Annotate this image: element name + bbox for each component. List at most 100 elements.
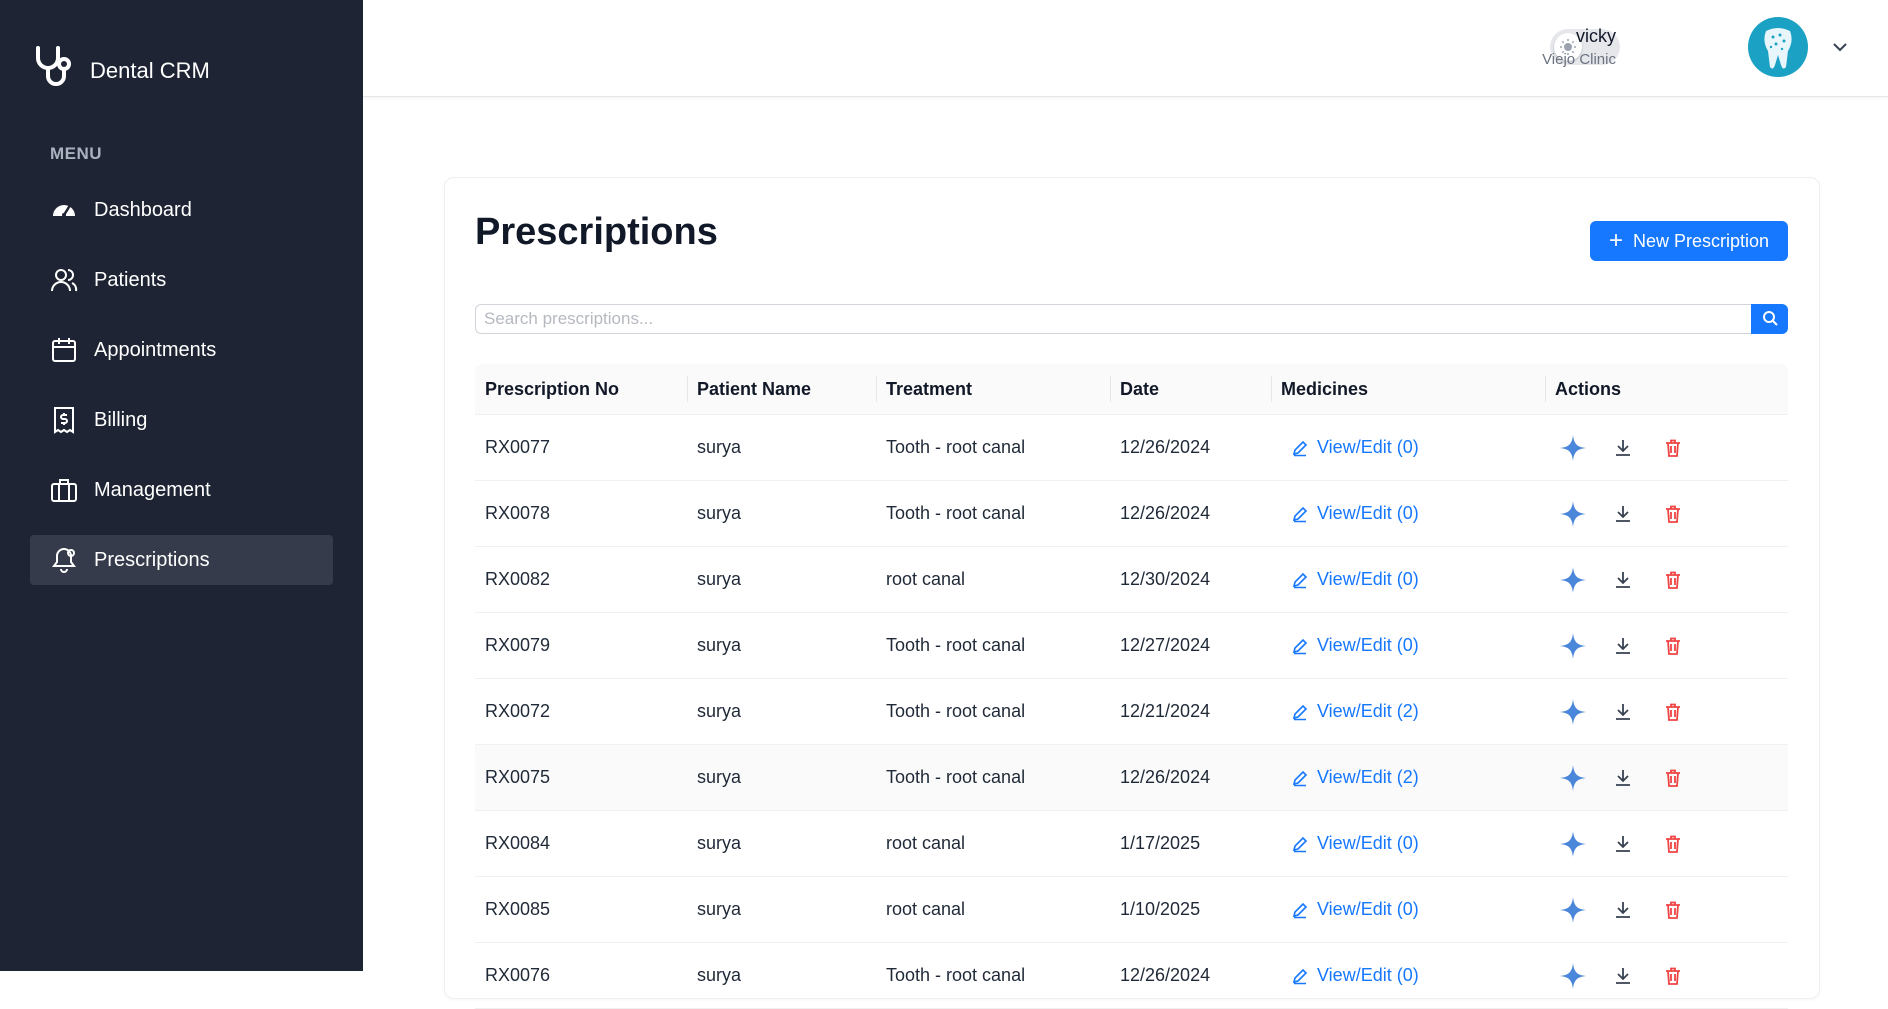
date: 12/26/2024 — [1120, 437, 1211, 457]
sidebar-item-management[interactable]: Management — [30, 465, 333, 515]
ai-sparkle-icon[interactable] — [1557, 696, 1589, 728]
delete-trash-icon[interactable] — [1657, 762, 1689, 794]
column-header[interactable]: Patient Name — [687, 364, 876, 414]
search-button[interactable] — [1751, 304, 1788, 334]
sidebar-item-prescriptions[interactable]: Prescriptions — [30, 535, 333, 585]
sidebar-item-label: Dashboard — [94, 198, 192, 221]
view-edit-medicines-link[interactable]: View/Edit (0) — [1291, 965, 1419, 986]
ai-sparkle-icon[interactable] — [1557, 828, 1589, 860]
sidebar-item-billing[interactable]: Billing — [30, 395, 333, 445]
edit-pencil-icon — [1292, 506, 1308, 522]
view-edit-medicines-link[interactable]: View/Edit (0) — [1291, 833, 1419, 854]
avatar[interactable] — [1748, 17, 1808, 77]
column-header[interactable]: Treatment — [876, 364, 1110, 414]
treatment: Tooth - root canal — [886, 437, 1026, 457]
users-icon — [50, 266, 78, 294]
ai-sparkle-icon[interactable] — [1557, 630, 1589, 662]
delete-trash-icon[interactable] — [1657, 564, 1689, 596]
delete-trash-icon[interactable] — [1657, 432, 1689, 464]
sidebar-item-label: Prescriptions — [94, 548, 210, 571]
download-icon[interactable] — [1607, 894, 1639, 926]
download-icon[interactable] — [1607, 630, 1639, 662]
edit-pencil-icon — [1292, 902, 1308, 918]
table-row[interactable]: RX0075 surya Tooth - root canal 12/26/20… — [475, 745, 1788, 811]
chevron-down-icon[interactable] — [1829, 36, 1851, 58]
new-prescription-button[interactable]: + New Prescription — [1590, 221, 1788, 261]
column-header[interactable]: Prescription No — [475, 364, 687, 414]
medicines-cell: View/Edit (0) — [1271, 481, 1545, 546]
delete-trash-icon[interactable] — [1657, 828, 1689, 860]
ai-sparkle-icon[interactable] — [1557, 498, 1589, 530]
download-icon[interactable] — [1607, 498, 1639, 530]
date: 12/26/2024 — [1120, 767, 1211, 787]
view-edit-medicines-link[interactable]: View/Edit (2) — [1291, 767, 1419, 788]
sidebar-nav: Dashboard Patients Appointments Billing … — [30, 185, 333, 605]
patient-name: surya — [697, 767, 742, 787]
column-header[interactable]: Actions — [1545, 364, 1788, 414]
view-edit-medicines-link[interactable]: View/Edit (0) — [1291, 503, 1419, 524]
view-edit-medicines-link[interactable]: View/Edit (0) — [1291, 437, 1419, 458]
column-header[interactable]: Medicines — [1271, 364, 1545, 414]
menu-label: MENU — [50, 144, 103, 163]
edit-pencil-icon — [1292, 968, 1308, 984]
ai-sparkle-icon[interactable] — [1557, 960, 1589, 992]
table-row[interactable]: RX0079 surya Tooth - root canal 12/27/20… — [475, 613, 1788, 679]
table-row[interactable]: RX0082 surya root canal 12/30/2024 View/… — [475, 547, 1788, 613]
delete-trash-icon[interactable] — [1657, 960, 1689, 992]
download-icon[interactable] — [1607, 564, 1639, 596]
ai-sparkle-icon[interactable] — [1557, 762, 1589, 794]
row-actions — [1545, 679, 1788, 744]
ai-sparkle-icon[interactable] — [1557, 894, 1589, 926]
edit-pencil-icon — [1292, 638, 1308, 654]
page-title: Prescriptions — [475, 211, 718, 253]
sidebar-item-label: Patients — [94, 268, 167, 291]
sidebar-item-dashboard[interactable]: Dashboard — [30, 185, 333, 235]
column-header[interactable]: Date — [1110, 364, 1271, 414]
prescription-no: RX0075 — [485, 767, 551, 787]
delete-trash-icon[interactable] — [1657, 894, 1689, 926]
edit-pencil-icon — [1292, 770, 1308, 786]
table-row[interactable]: RX0078 surya Tooth - root canal 12/26/20… — [475, 481, 1788, 547]
prescription-no: RX0084 — [485, 833, 551, 853]
row-actions — [1545, 745, 1788, 810]
date: 12/26/2024 — [1120, 503, 1211, 523]
download-icon[interactable] — [1607, 960, 1639, 992]
prescription-no: RX0076 — [485, 965, 551, 985]
table-row[interactable]: RX0084 surya root canal 1/17/2025 View/E… — [475, 811, 1788, 877]
delete-trash-icon[interactable] — [1657, 630, 1689, 662]
patient-name: surya — [697, 635, 742, 655]
sidebar-item-appointments[interactable]: Appointments — [30, 325, 333, 375]
treatment: root canal — [886, 569, 966, 589]
download-icon[interactable] — [1607, 432, 1639, 464]
prescriptions-card: Prescriptions + New Prescription Prescri… — [444, 177, 1820, 1009]
search-input[interactable] — [475, 304, 1751, 334]
view-edit-medicines-link[interactable]: View/Edit (0) — [1291, 635, 1419, 656]
brand-logo[interactable]: Dental CRM — [30, 44, 210, 97]
view-edit-medicines-link[interactable]: View/Edit (2) — [1291, 701, 1419, 722]
delete-trash-icon[interactable] — [1657, 498, 1689, 530]
download-icon[interactable] — [1607, 762, 1639, 794]
treatment: Tooth - root canal — [886, 965, 1026, 985]
table-row[interactable]: RX0085 surya root canal 1/10/2025 View/E… — [475, 877, 1788, 943]
delete-trash-icon[interactable] — [1657, 696, 1689, 728]
medicines-cell: View/Edit (2) — [1271, 679, 1545, 744]
sidebar-item-patients[interactable]: Patients — [30, 255, 333, 305]
edit-pencil-icon — [1292, 704, 1308, 720]
table-row[interactable]: RX0076 surya Tooth - root canal 12/26/20… — [475, 943, 1788, 1009]
medicines-cell: View/Edit (0) — [1271, 613, 1545, 678]
table-body: RX0077 surya Tooth - root canal 12/26/20… — [475, 415, 1788, 1009]
patient-name: surya — [697, 503, 742, 523]
table-row[interactable]: RX0077 surya Tooth - root canal 12/26/20… — [475, 415, 1788, 481]
view-edit-medicines-link[interactable]: View/Edit (0) — [1291, 899, 1419, 920]
prescription-no: RX0078 — [485, 503, 551, 523]
view-edit-label: View/Edit (0) — [1317, 635, 1419, 655]
row-actions — [1545, 547, 1788, 612]
patient-name: surya — [697, 833, 742, 853]
download-icon[interactable] — [1607, 828, 1639, 860]
table-row[interactable]: RX0072 surya Tooth - root canal 12/21/20… — [475, 679, 1788, 745]
view-edit-medicines-link[interactable]: View/Edit (0) — [1291, 569, 1419, 590]
sidebar-item-label: Billing — [94, 408, 148, 431]
ai-sparkle-icon[interactable] — [1557, 564, 1589, 596]
ai-sparkle-icon[interactable] — [1557, 432, 1589, 464]
download-icon[interactable] — [1607, 696, 1639, 728]
